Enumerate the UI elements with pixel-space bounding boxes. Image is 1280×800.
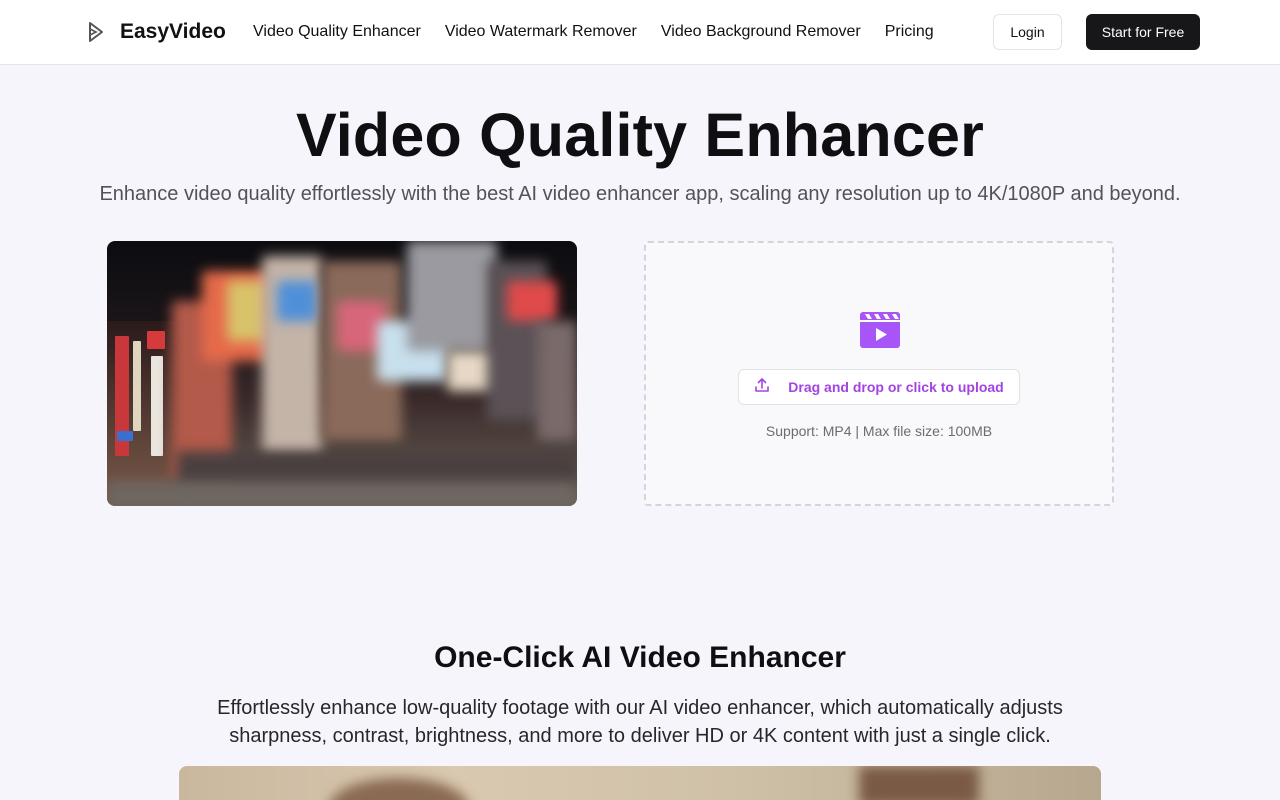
section-demo-image (179, 766, 1101, 800)
brand-logo[interactable]: EasyVideo (86, 19, 226, 45)
clapperboard-icon (859, 311, 901, 349)
section-title: One-Click AI Video Enhancer (434, 641, 846, 674)
upload-support-hint: Support: MP4 | Max file size: 100MB (765, 423, 993, 439)
page-subtitle: Enhance video quality effortlessly with … (99, 183, 1181, 205)
login-button[interactable]: Login (993, 14, 1062, 50)
nav-video-quality-enhancer[interactable]: Video Quality Enhancer (253, 21, 421, 43)
nav-video-watermark-remover[interactable]: Video Watermark Remover (445, 21, 637, 43)
brand-name: EasyVideo (120, 20, 226, 43)
upload-button[interactable]: Drag and drop or click to upload (738, 369, 1020, 405)
section-description: Effortlessly enhance low-quality footage… (217, 697, 1063, 747)
page-title: Video Quality Enhancer (295, 101, 985, 169)
site-header: EasyVideo Video Quality Enhancer Video W… (0, 0, 1280, 65)
start-for-free-button[interactable]: Start for Free (1086, 14, 1200, 50)
play-outline-icon (86, 20, 106, 44)
preview-video-image (107, 241, 577, 506)
nav-pricing[interactable]: Pricing (885, 21, 934, 43)
upload-icon (754, 377, 770, 398)
upload-dropzone[interactable]: Drag and drop or click to upload Support… (644, 241, 1114, 506)
main-nav: Video Quality Enhancer Video Watermark R… (253, 21, 934, 43)
upload-button-label: Drag and drop or click to upload (788, 379, 1004, 395)
nav-video-background-remover[interactable]: Video Background Remover (661, 21, 861, 43)
